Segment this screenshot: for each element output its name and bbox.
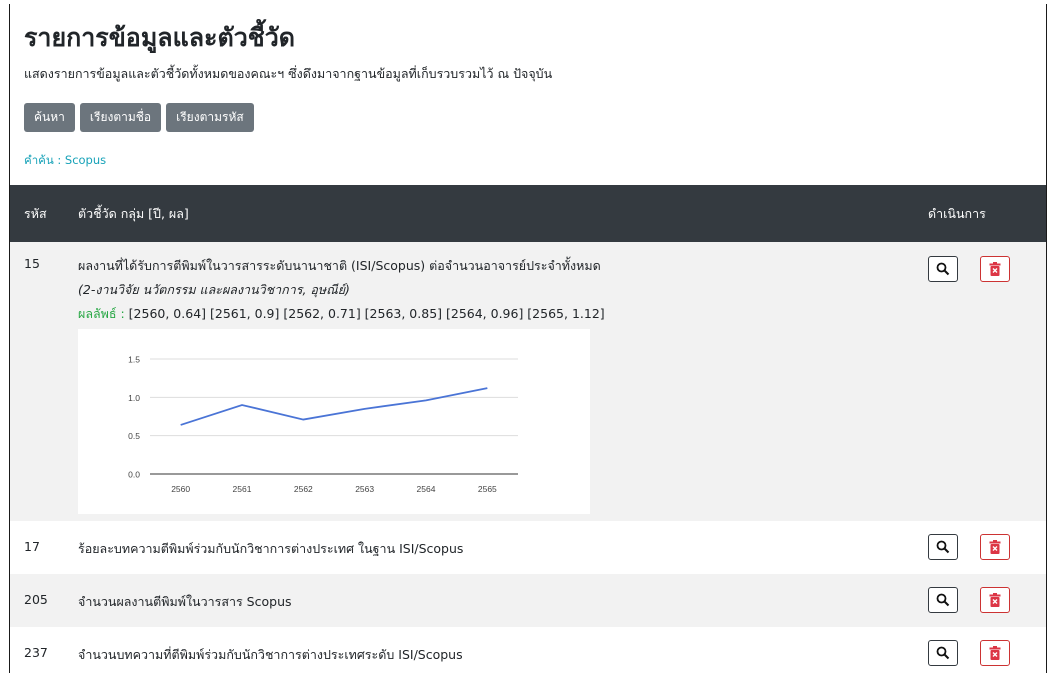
app-frame: รายการข้อมูลและตัวชี้วัด แสดงรายการข้อมู… (9, 4, 1047, 673)
delete-button[interactable] (980, 587, 1010, 613)
table-header: รหัส ตัวชี้วัด กลุ่ม [ปี, ผล] ดำเนินการ (10, 185, 1046, 242)
x-tick-label: 2565 (478, 484, 497, 494)
trash-icon (989, 593, 1001, 607)
page-title: รายการข้อมูลและตัวชี้วัด (24, 23, 295, 52)
row-detail: ผลงานที่ได้รับการตีพิมพ์ในวารสารระดับนาน… (78, 242, 928, 521)
delete-button[interactable] (980, 256, 1010, 282)
indicator-name: จำนวนผลงานตีพิมพ์ในวารสาร Scopus (78, 594, 292, 609)
result-label: ผลลัพธ์ : (78, 306, 125, 321)
indicator-name: ผลงานที่ได้รับการตีพิมพ์ในวารสารระดับนาน… (78, 258, 601, 273)
y-tick-label: 1.5 (128, 355, 140, 365)
row-actions (928, 242, 1046, 521)
table-row: 15 ผลงานที่ได้รับการตีพิมพ์ในวารสารระดับ… (10, 242, 1046, 521)
search-icon (936, 646, 950, 660)
indicator-name: จำนวนบทความที่ตีพิมพ์ร่วมกับนักวิชาการต่… (78, 647, 463, 662)
y-tick-label: 0.5 (128, 431, 140, 441)
row-actions (928, 627, 1046, 673)
row-actions (928, 574, 1046, 627)
result-values: [2560, 0.64] [2561, 0.9] [2562, 0.71] [2… (124, 306, 605, 321)
x-tick-label: 2561 (233, 484, 252, 494)
table-row: 205 จำนวนผลงานตีพิมพ์ในวารสาร Scopus (10, 574, 1046, 627)
view-button[interactable] (928, 640, 958, 666)
search-button[interactable]: ค้นหา (24, 103, 75, 132)
trash-icon (989, 262, 1001, 276)
view-button[interactable] (928, 534, 958, 560)
indicator-group: (2-งานวิจัย นวัตกรรม และผลงานวิชาการ, อุ… (78, 282, 350, 297)
header-code: รหัส (10, 185, 78, 242)
search-icon (936, 262, 950, 276)
header-indicator: ตัวชี้วัด กลุ่ม [ปี, ผล] (78, 185, 928, 242)
row-code: 205 (24, 592, 48, 607)
delete-button[interactable] (980, 640, 1010, 666)
page-subtitle: แสดงรายการข้อมูลและตัวชี้วัดทั้งหมดของคณ… (24, 66, 553, 81)
view-button[interactable] (928, 256, 958, 282)
search-icon (936, 593, 950, 607)
x-tick-label: 2562 (294, 484, 313, 494)
table-row: 237 จำนวนบทความที่ตีพิมพ์ร่วมกับนักวิชาก… (10, 627, 1046, 673)
trash-icon (989, 540, 1001, 554)
y-tick-label: 1.0 (128, 393, 140, 403)
x-tick-label: 2564 (417, 484, 436, 494)
search-icon (936, 540, 950, 554)
y-tick-label: 0.0 (128, 470, 140, 480)
sort-by-name-button[interactable]: เรียงตามชื่อ (79, 103, 162, 132)
sort-by-code-button[interactable]: เรียงตามรหัส (166, 103, 254, 132)
header-actions: ดำเนินการ (928, 185, 1046, 242)
row-actions (928, 521, 1046, 574)
result-chart: 0.0 0.5 1.0 1.5 2560 2561 2562 2563 2564 2565 (78, 329, 590, 514)
line-chart: 0.0 0.5 1.0 1.5 2560 2561 2562 2563 2564 2565 (128, 355, 518, 494)
indicator-table: รหัส ตัวชี้วัด กลุ่ม [ปี, ผล] ดำเนินการ … (10, 185, 1046, 673)
row-code: 237 (24, 645, 48, 660)
search-query: คำค้น : Scopus (24, 153, 107, 167)
table-row: 17 ร้อยละบทความตีพิมพ์ร่วมกับนักวิชาการต… (10, 521, 1046, 574)
delete-button[interactable] (980, 534, 1010, 560)
view-button[interactable] (928, 587, 958, 613)
row-code: 17 (24, 539, 40, 554)
x-tick-label: 2560 (171, 484, 190, 494)
x-tick-label: 2563 (355, 484, 374, 494)
trash-icon (989, 646, 1001, 660)
row-code: 15 (24, 256, 40, 271)
series-line (180, 387, 488, 426)
indicator-name: ร้อยละบทความตีพิมพ์ร่วมกับนักวิชาการต่าง… (78, 541, 464, 556)
toolbar: ค้นหา เรียงตามชื่อ เรียงตามรหัส (24, 103, 254, 132)
indicator-result: ผลลัพธ์ : [2560, 0.64] [2561, 0.9] [2562… (78, 304, 928, 324)
